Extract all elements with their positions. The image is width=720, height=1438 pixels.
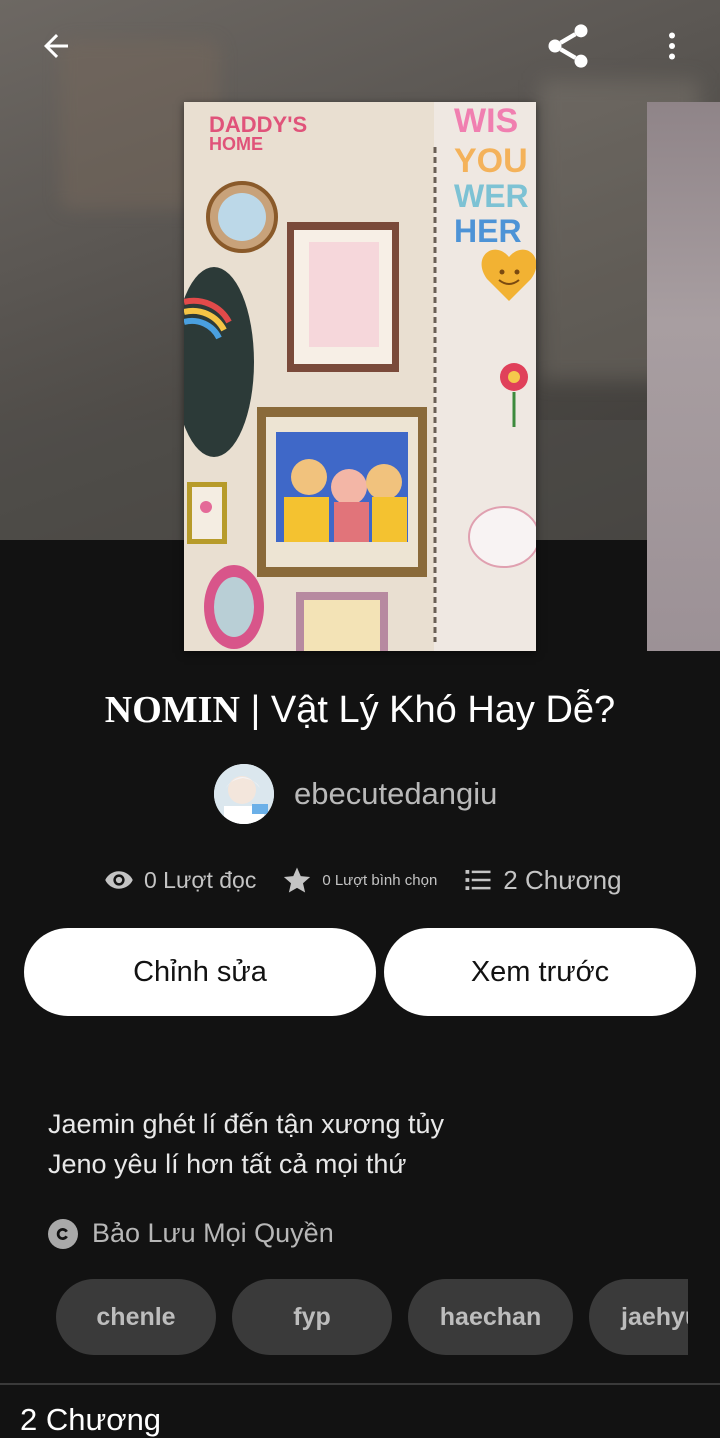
share-icon (548, 24, 588, 68)
votes-count: 0 Lượt bình chọn (322, 871, 438, 889)
edit-button[interactable]: Chỉnh sửa (24, 928, 376, 1016)
author-row[interactable]: ebecutedangiu (214, 764, 497, 824)
eye-icon (104, 865, 134, 895)
svg-text:WIS: WIS (454, 102, 518, 140)
copyright-row: Bảo Lưu Mọi Quyền (48, 1218, 334, 1249)
votes-stat: 0 Lượt bình chọn (282, 865, 437, 895)
parts-count: 2 Chương (503, 864, 622, 895)
description-line: Jaemin ghét lí đến tận xương tủy (48, 1109, 445, 1139)
divider (0, 1383, 720, 1385)
back-button[interactable] (26, 22, 86, 70)
svg-text:WER: WER (454, 178, 529, 214)
tag-chip[interactable]: jaehyun (589, 1279, 688, 1355)
tag-list: chenle fyp haechan jaehyun (56, 1279, 688, 1355)
svg-text:HOME: HOME (209, 134, 263, 154)
tag-chip[interactable]: fyp (232, 1279, 392, 1355)
story-description: Jaemin ghét lí đến tận xương tủy Jeno yê… (48, 1104, 688, 1184)
copyright-icon (48, 1218, 78, 1249)
arrow-left-icon (44, 34, 68, 58)
avatar-image (214, 764, 274, 824)
author-name[interactable]: ebecutedangiu (294, 776, 497, 812)
story-title: NOMIN | Vật Lý Khó Hay Dễ? (0, 688, 720, 732)
copyright-label: Bảo Lưu Mọi Quyền (92, 1218, 334, 1248)
preview-button[interactable]: Xem trước (384, 928, 696, 1016)
star-icon (282, 865, 312, 895)
parts-stat: 2 Chương (463, 864, 622, 896)
chapters-heading: 2 Chương (20, 1402, 162, 1437)
story-cover[interactable]: DADDY'S HOME WIS YOU WER HER (184, 102, 536, 651)
more-vertical-icon (669, 32, 675, 60)
description-line: Jeno yêu lí hơn tất cả mọi thứ (48, 1149, 407, 1179)
reads-stat: 0 Lượt đọc (104, 865, 256, 895)
reads-count: 0 Lượt đọc (144, 866, 257, 893)
story-title-prefix: NOMIN (104, 689, 240, 731)
list-icon (463, 865, 493, 895)
cover-artwork: DADDY'S HOME WIS YOU WER HER (184, 102, 536, 651)
avatar[interactable] (214, 764, 274, 824)
svg-text:YOU: YOU (454, 142, 528, 180)
story-stats: 0 Lượt đọc 0 Lượt bình chọn 2 Chương (104, 858, 624, 902)
tag-chip[interactable]: chenle (56, 1279, 216, 1355)
story-title-suffix: | Vật Lý Khó Hay Dễ? (239, 689, 616, 731)
svg-text:HER: HER (454, 213, 522, 249)
share-button[interactable] (538, 18, 598, 74)
next-story-cover[interactable] (647, 102, 720, 651)
tag-chip[interactable]: haechan (408, 1279, 573, 1355)
more-options-button[interactable] (648, 22, 696, 70)
